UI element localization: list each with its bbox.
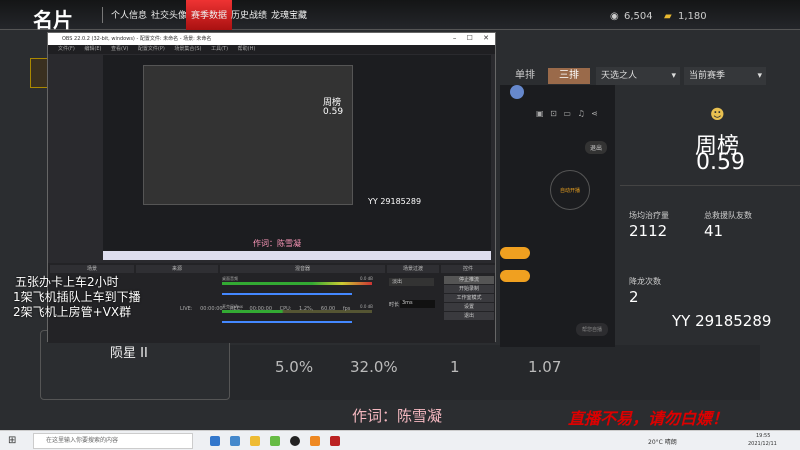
window-controls[interactable]: – ☐ ✕ (453, 34, 489, 42)
obs-title-bar: OBS 22.0.2 (32-bit, windows) - 配置文件: 未命名… (48, 33, 495, 45)
lyric-credit: 作词：陈雪凝 (352, 407, 443, 425)
preview-week-value: 0.59 (323, 107, 344, 117)
desktop-audio-meter (222, 282, 372, 285)
gold-count: 1,180 (678, 11, 707, 22)
coin-count: 6,504 (624, 11, 653, 22)
warning-text: 直播不易，请勿白嫖！ (568, 409, 729, 428)
stat-label: 场均治疗量 (629, 211, 669, 220)
taskbar-search[interactable]: 在这里输入你要搜索的内容 (33, 433, 193, 449)
scenes-header: 场景 (50, 265, 134, 273)
duration-input[interactable]: 3ms (400, 300, 435, 308)
overlay-line: 五张办卡上车2小时 (15, 275, 119, 289)
start-recording-button[interactable]: 开始录制 (444, 285, 494, 293)
exit-button[interactable]: 退出 (585, 141, 608, 154)
app-icon[interactable] (270, 436, 280, 446)
rank-name: 陨星 II (110, 346, 148, 361)
weather[interactable]: 20°C 晴朗 (648, 437, 677, 446)
divider (620, 185, 800, 186)
overlay-line: 1架飞机插队上车到下播 (13, 290, 141, 304)
yy-channel-overlay: YY 29185289 (672, 312, 772, 330)
chevron-down-icon: ▾ (671, 71, 676, 81)
stat-value: 41 (704, 222, 724, 240)
gold-icon: ▰ (664, 11, 672, 22)
tab-trio[interactable]: 三排 (548, 68, 590, 84)
stop-stream-button[interactable]: 停止推流 (444, 276, 494, 284)
exit-button[interactable]: 退出 (444, 312, 494, 320)
duration-label: 时长 (389, 302, 400, 308)
assistant-app-window: ▣ ⊡ ▭ ♫ ⋖ 退出 自动开播 帮您自播 (500, 85, 615, 347)
obs-icon[interactable] (290, 436, 300, 446)
clock-date[interactable]: 2021/12/11 (748, 441, 777, 447)
mixer-header: 混音器 (220, 265, 385, 273)
desktop-audio-db: 0.0 dB (360, 276, 373, 281)
stat-value: 32.0% (350, 358, 398, 376)
app-icon[interactable] (330, 436, 340, 446)
edge-icon[interactable] (210, 436, 220, 446)
transition-select[interactable]: 淡出 (389, 278, 434, 286)
divider (102, 7, 103, 23)
app-toolbar-icons[interactable]: ▣ ⊡ ▭ ♫ ⋖ (536, 109, 598, 118)
obs-menu-bar[interactable]: 文件(F) 编辑(E) 查看(V) 配置文件(P) 场景集合(S) 工具(T) … (48, 45, 495, 54)
obs-preview: 周榜 0.59 YY 29185289 作词：陈雪凝 (103, 55, 491, 260)
week-rank-value: 0.59 (696, 150, 745, 175)
season-dropdown[interactable]: 当前赛季 ▾ (684, 67, 766, 85)
sources-header: 来源 (136, 265, 218, 273)
desktop-volume-slider[interactable] (222, 293, 352, 295)
stat-value: 5.0% (275, 358, 314, 376)
copy-button[interactable] (500, 247, 530, 259)
top-bar: 名片 个人信息 社交头像 赛季数据 历史战绩 龙魂宝藏 ◉ 6,504 ▰ 1,… (0, 0, 800, 32)
coin-icon: ◉ (610, 11, 619, 22)
chevron-down-icon: ▾ (757, 71, 762, 81)
stat-value: 1.07 (528, 358, 562, 376)
nav-dragon-treasure[interactable]: 龙魂宝藏 (266, 0, 312, 30)
stat-label: 总救援队友数 (704, 211, 752, 220)
nested-preview (143, 65, 353, 205)
mode-value: 天选之人 (601, 71, 638, 81)
transitions-header: 场景过渡 (387, 265, 439, 273)
season-value: 当前赛季 (689, 71, 726, 81)
preview-taskbar (103, 251, 491, 260)
mode-dropdown[interactable]: 天选之人 ▾ (596, 67, 680, 85)
stat-label: 降龙次数 (629, 277, 661, 286)
mic-db: 0.0 dB (360, 304, 373, 309)
controls-header: 控件 (441, 265, 495, 273)
windows-start-icon[interactable]: ⊞ (8, 435, 16, 446)
preview-yy: YY 29185289 (368, 197, 422, 206)
store-icon[interactable] (230, 436, 240, 446)
stat-value: 2 (629, 288, 639, 306)
stat-value: 2112 (629, 222, 668, 240)
taskbar: ⊞ 在这里输入你要搜索的内容 20°C 晴朗 19:55 2021/12/11 (0, 430, 800, 450)
stat-value: 1 (450, 358, 460, 376)
studio-mode-button[interactable]: 工作室模式 (444, 294, 494, 302)
tab-solo[interactable]: 单排 (505, 68, 545, 84)
folder-icon[interactable] (250, 436, 260, 446)
app-icon[interactable] (310, 436, 320, 446)
mic-volume-slider[interactable] (222, 321, 352, 323)
obs-status-bar: LIVE: 00:00:00 REC: 00:00:00 CPU: 1.2%, … (180, 306, 351, 312)
overlay-line: 2架飞机上房管+VX群 (13, 305, 132, 319)
app-avatar (510, 85, 524, 99)
settings-button[interactable]: 设置 (444, 303, 494, 311)
clock-time[interactable]: 19:55 (756, 433, 770, 439)
preview-credit: 作词：陈雪凝 (253, 239, 301, 248)
page-title: 名片 (33, 8, 73, 32)
rank-mask-icon: ☻ (710, 107, 725, 123)
copy-button[interactable] (500, 270, 530, 282)
avatar-frame (30, 58, 48, 88)
assist-button[interactable]: 帮您自播 (576, 323, 609, 336)
auto-stream-button[interactable]: 自动开播 (550, 170, 590, 210)
